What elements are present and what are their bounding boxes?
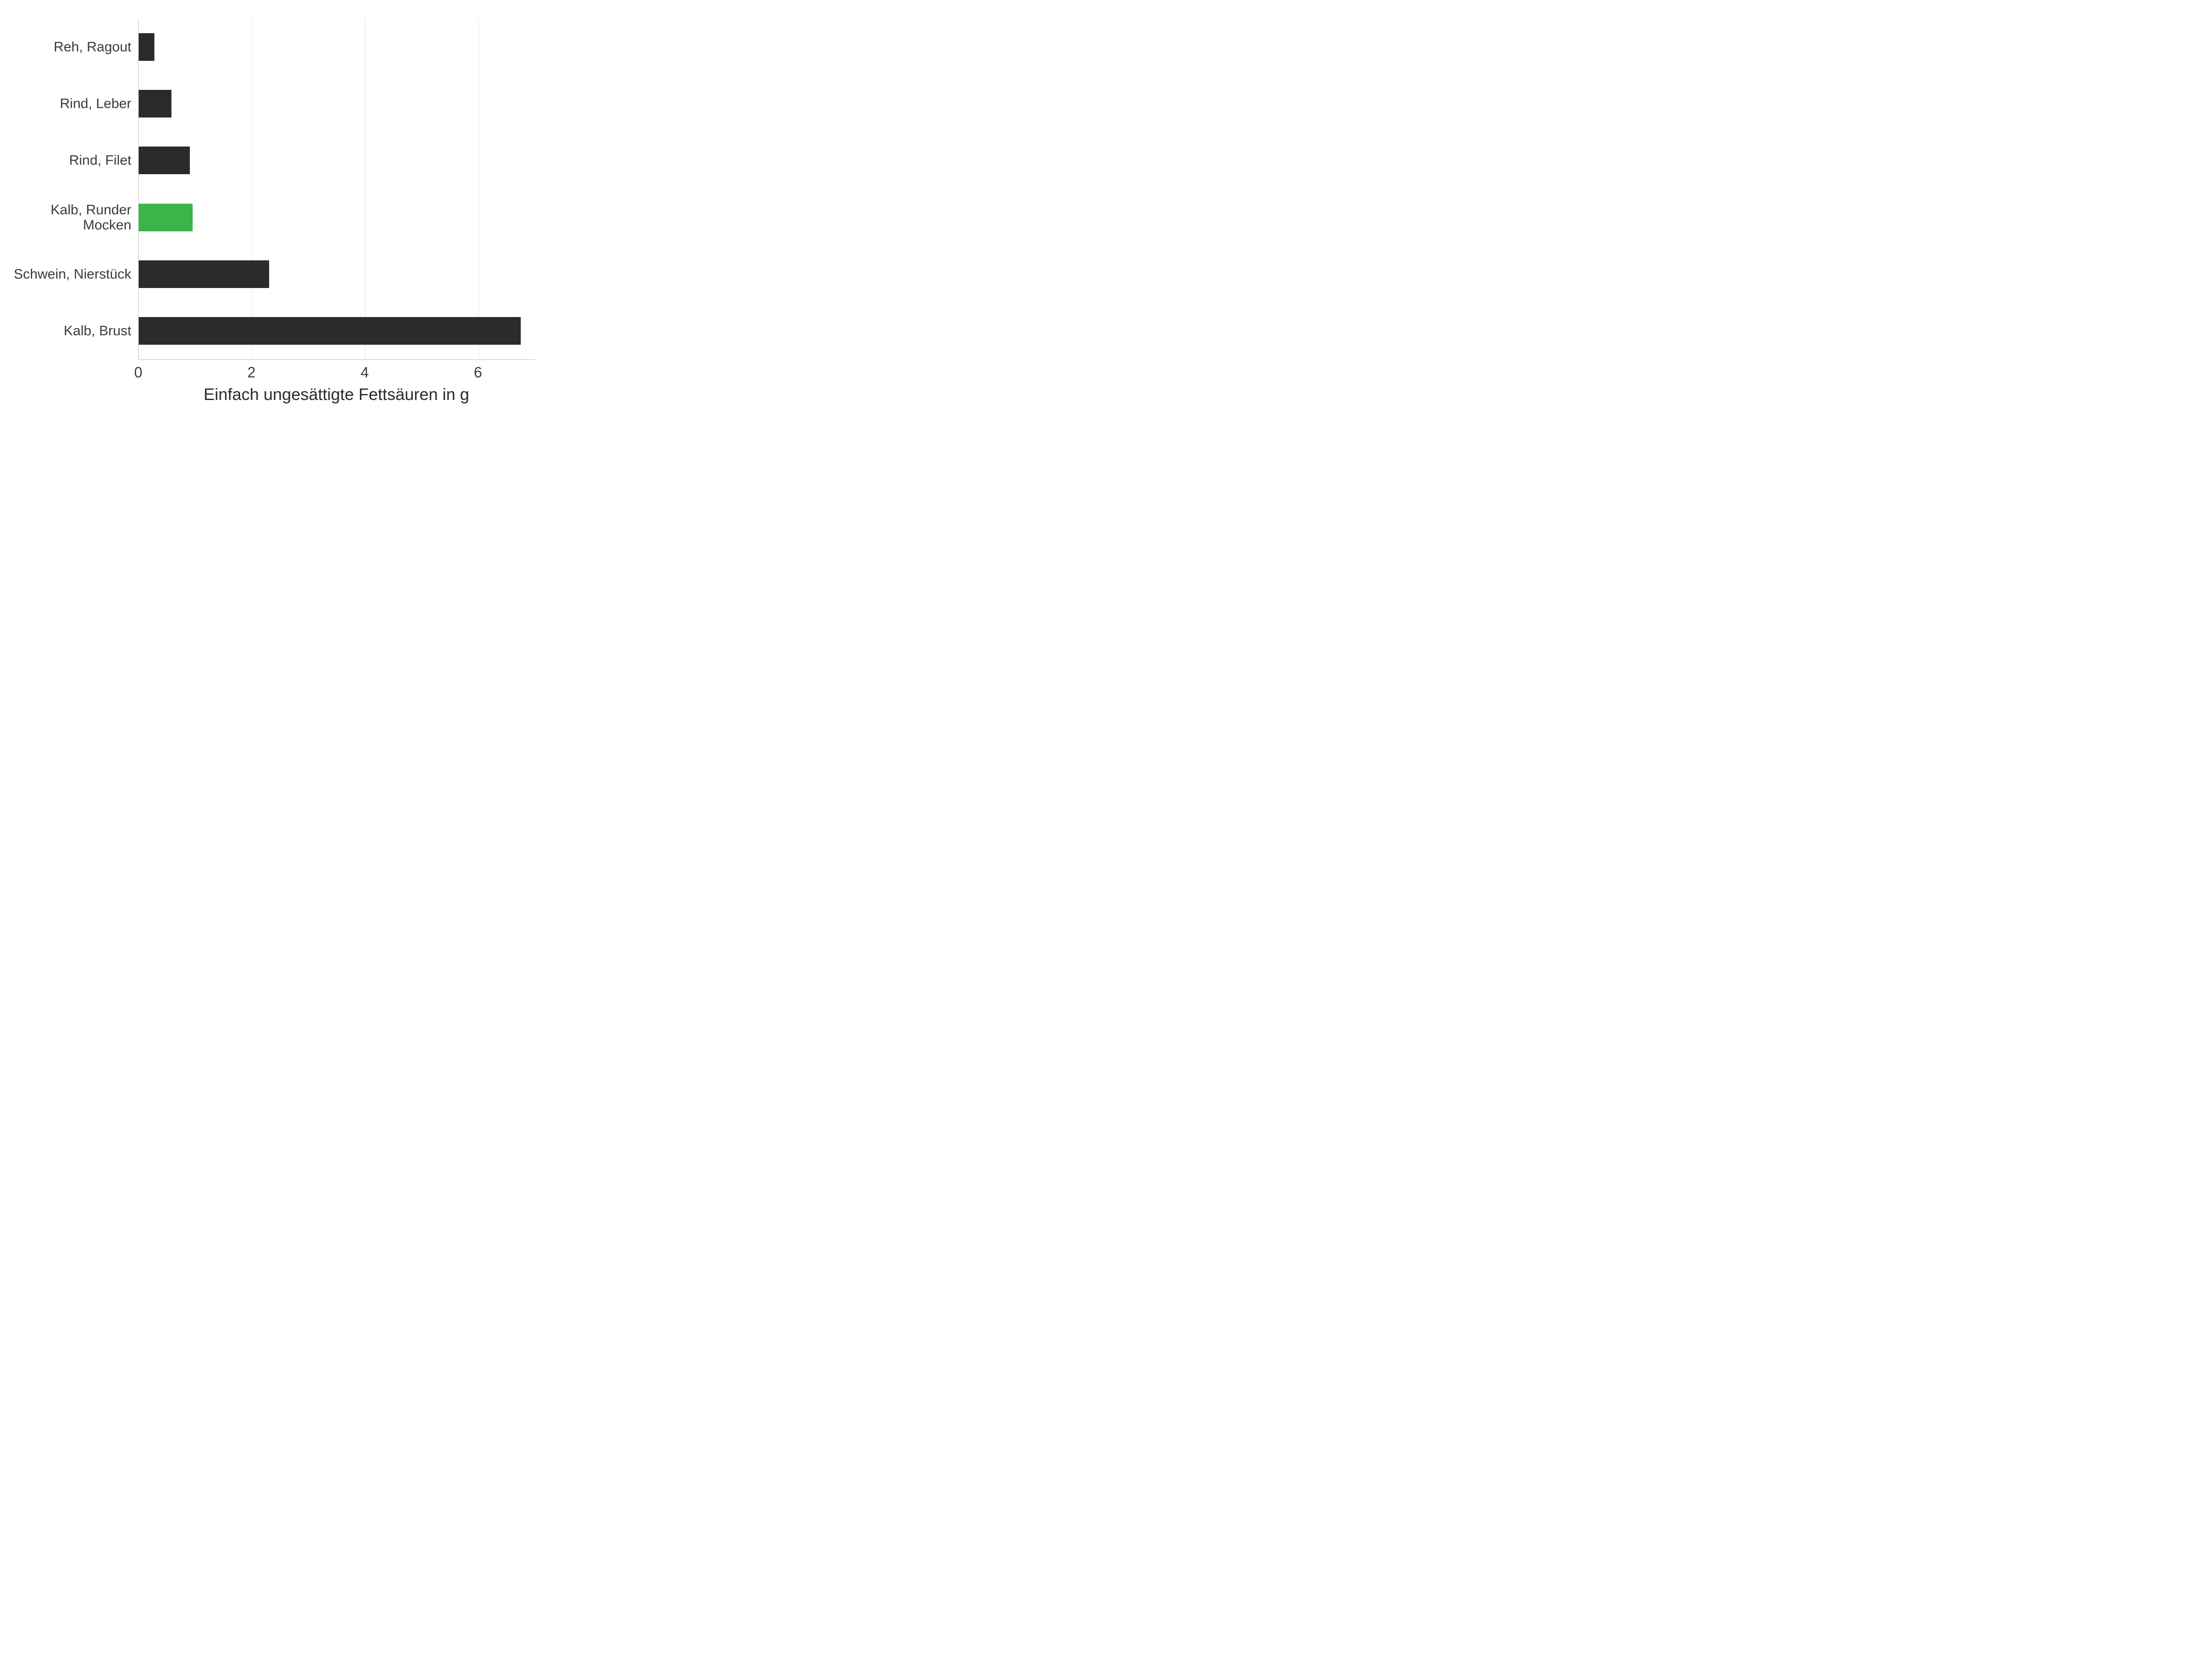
y-tick-label: Reh, Ragout [2, 39, 131, 54]
y-tick-label: Rind, Leber [2, 96, 131, 112]
x-tick-label: 2 [247, 364, 256, 381]
bar-row [139, 204, 535, 231]
gridline [478, 18, 479, 359]
bar [139, 147, 190, 174]
bar [139, 90, 171, 118]
y-tick-label: Kalb, Runder Mocken [2, 202, 131, 233]
x-tick-label: 0 [134, 364, 142, 381]
bar-chart: Einfach ungesättigte Fettsäuren in g 0 2 4… [0, 0, 553, 415]
bar [139, 260, 269, 288]
bar-row [139, 147, 535, 174]
gridline [252, 18, 253, 359]
x-tick-label: 6 [474, 364, 482, 381]
y-tick-label: Schwein, Nierstück [2, 267, 131, 282]
bar-highlight [139, 204, 193, 231]
bar [139, 33, 154, 61]
y-tick-label: Kalb, Brust [2, 324, 131, 339]
x-axis-label: Einfach ungesättigte Fettsäuren in g [138, 385, 535, 404]
y-tick-label: Rind, Filet [2, 153, 131, 168]
x-tick-label: 4 [361, 364, 369, 381]
bar-row [139, 317, 535, 345]
bar-row [139, 90, 535, 118]
plot-area [138, 18, 535, 360]
bar-row [139, 260, 535, 288]
bar-row [139, 33, 535, 61]
bar [139, 317, 521, 345]
